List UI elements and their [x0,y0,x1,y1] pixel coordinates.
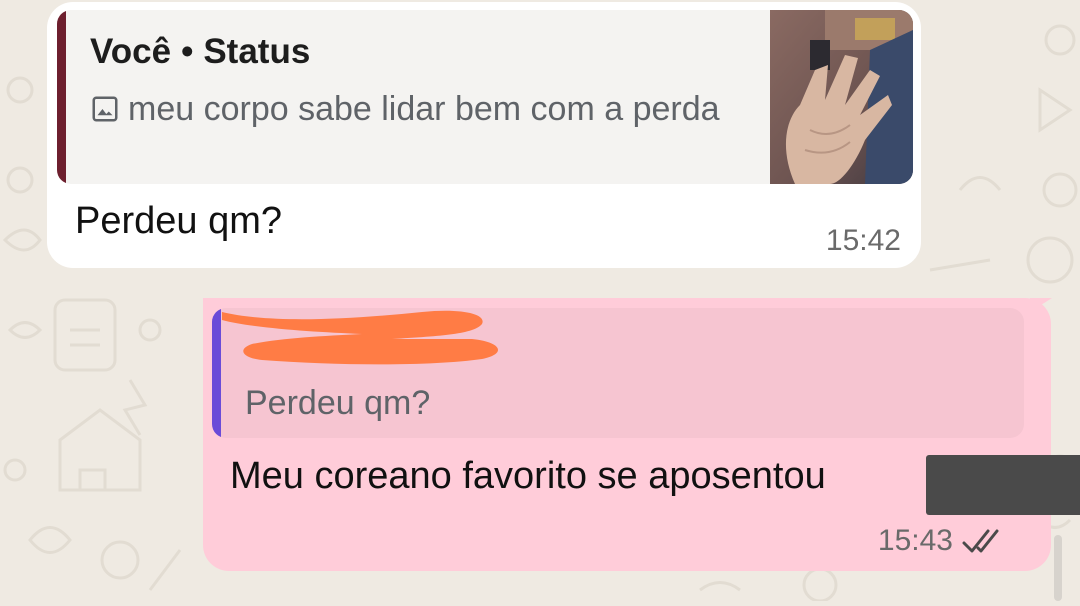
quote-caption: meu corpo sabe lidar bem com a perda [128,90,720,128]
quoted-reply-text: Perdeu qm? [245,384,431,422]
quote-source: Status [203,32,311,71]
quote-text: meu corpo sabe lidar bem com a perda [90,86,730,132]
incoming-message-bubble[interactable]: Você • Status meu corpo sabe lidar bem com… [47,2,921,268]
incoming-message-text: Perdeu qm? [75,200,283,242]
incoming-timestamp: 15:42 [825,224,901,257]
quoted-reply[interactable]: Perdeu qm? [212,308,1024,438]
image-icon [92,96,118,122]
quote-author-name: Você [90,32,172,71]
quote-author: Você • Status [90,32,310,72]
quote-separator: • [181,32,194,71]
quoted-status[interactable]: Você • Status meu corpo sabe lidar bem com… [57,10,913,184]
status-thumbnail[interactable] [770,10,913,184]
redacted-author-scribble [222,310,499,365]
scroll-indicator[interactable] [1054,535,1062,601]
outgoing-timestamp: 15:43 [877,524,953,557]
quote-accent-bar [57,10,66,184]
double-check-icon [962,529,999,553]
censor-block [926,455,1080,515]
outgoing-message-text: Meu coreano favorito se aposentou [230,455,826,497]
outgoing-message-bubble[interactable]: Perdeu qm? Meu coreano favorito se apose… [203,298,1080,571]
